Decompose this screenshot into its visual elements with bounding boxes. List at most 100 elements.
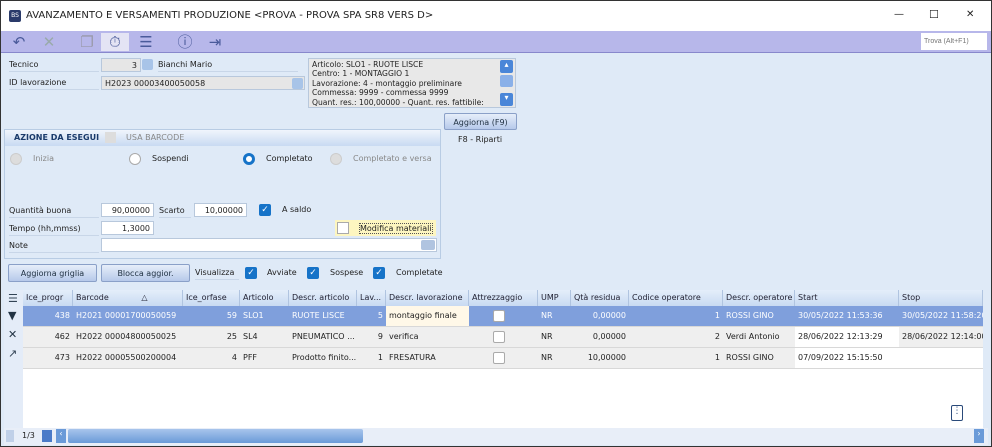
scroll-left-icon[interactable]: ‹ [56, 429, 66, 443]
id-lookup-icon[interactable] [292, 78, 303, 89]
grid-layout-icon[interactable]: ⋮ [951, 405, 963, 421]
cancel-icon[interactable]: ✕ [39, 33, 59, 51]
scarto-field[interactable]: 10,00000 [194, 203, 247, 217]
minimize-button[interactable]: — [894, 9, 904, 20]
data-grid: Ice_progr Barcode △ Ice_orfase Articolo Desc… [23, 290, 983, 428]
table-row[interactable]: 462 H2022 00004800050025 25 SL4 PNEUMATICO .… [23, 327, 983, 348]
column-header[interactable]: Descr. lavorazione [386, 290, 469, 306]
table-cell: montaggio finale [386, 306, 469, 326]
horizontal-scrollbar-thumb[interactable] [68, 429, 363, 443]
column-header[interactable]: Start [795, 290, 899, 306]
table-cell: 438 [54, 311, 70, 320]
table-cell: 07/09/2022 15:15:50 [795, 348, 899, 368]
visualizza-label: Visualizza [195, 266, 239, 280]
tempo-label: Tempo (hh,mmss) [9, 222, 99, 236]
modifica-label: Modifica materiali [359, 223, 433, 234]
scroll-mid-icon[interactable] [500, 75, 513, 87]
column-header[interactable]: Articolo [240, 290, 289, 306]
column-header[interactable]: Ice_orfase [183, 290, 240, 306]
blocca-aggior-button[interactable]: Blocca aggior. [101, 264, 190, 282]
exit-icon[interactable]: ⇥ [205, 33, 225, 51]
scroll-right-icon[interactable]: › [974, 429, 984, 443]
sospese-checkbox[interactable]: ✓ [307, 267, 319, 279]
tecnico-label: Tecnico [9, 58, 99, 72]
columns-icon[interactable]: ☰ [8, 292, 18, 305]
attrezzaggio-checkbox[interactable] [493, 352, 505, 364]
column-header[interactable]: Barcode △ [73, 290, 183, 306]
tecnico-name: Bianchi Mario [158, 58, 298, 72]
table-cell: H2022 00004800050025 [76, 332, 177, 341]
aggiorna-f9-button[interactable]: Aggiorna (F9) [444, 113, 517, 130]
first-page-icon[interactable] [6, 430, 14, 442]
table-cell [469, 306, 538, 326]
avviate-label: Avviate [267, 268, 297, 277]
table-cell: 473 [54, 353, 70, 362]
modifica-materiali[interactable]: Modifica materiali [335, 220, 436, 236]
help-icon[interactable]: ⓘ [175, 33, 195, 51]
tecnico-code-field[interactable]: 3 [101, 58, 141, 72]
filter-icon[interactable]: ▼ [8, 309, 16, 322]
close-button[interactable]: ✕ [966, 9, 974, 20]
attrezzaggio-checkbox[interactable] [493, 331, 505, 343]
column-header[interactable]: Descr. articolo [289, 290, 357, 306]
info-line: Lavorazione: 4 - montaggio preliminare [312, 78, 462, 88]
qta-field[interactable]: 90,00000 [101, 203, 154, 217]
column-header[interactable]: Ice_progr [23, 290, 73, 306]
modifica-checkbox[interactable] [337, 222, 349, 234]
radio-sospendi[interactable] [129, 153, 141, 165]
table-cell: 4 [231, 353, 237, 362]
last-page-icon[interactable] [42, 430, 52, 442]
note-expand-icon[interactable] [421, 240, 435, 250]
menu-icon[interactable]: ☰ [136, 33, 156, 51]
column-header[interactable]: Lav... [357, 290, 386, 306]
search-input[interactable] [921, 33, 987, 50]
radio-completato-versa [330, 153, 342, 165]
timer-icon[interactable]: ⏱ [101, 33, 129, 51]
a-saldo-checkbox[interactable]: ✓ [259, 204, 271, 216]
radio-sospendi-label: Sospendi [152, 154, 189, 163]
table-cell: 1 [377, 353, 383, 362]
column-header[interactable]: Stop [899, 290, 983, 306]
table-cell: Prodotto finito... [292, 353, 357, 362]
table-cell: H2022 00005500200004 [76, 353, 177, 362]
attrezzaggio-checkbox[interactable] [493, 310, 505, 322]
column-header[interactable]: Descr. operatore [723, 290, 795, 306]
aggiorna-griglia-button[interactable]: Aggiorna griglia [8, 264, 97, 282]
id-lavorazione-field[interactable]: H2023 00003400050058 [101, 76, 305, 90]
scroll-up-icon[interactable]: ▴ [500, 60, 513, 73]
completate-checkbox[interactable]: ✓ [373, 267, 385, 279]
app-icon: BS [9, 10, 21, 22]
usa-barcode-checkbox[interactable] [105, 132, 116, 143]
radio-completato[interactable] [243, 153, 255, 165]
radio-inizia [10, 153, 22, 165]
table-cell: 9 [377, 332, 383, 341]
column-header[interactable]: Codice operatore [629, 290, 723, 306]
avviate-checkbox[interactable]: ✓ [245, 267, 257, 279]
id-lavorazione-label: ID lavorazione [9, 76, 99, 90]
note-field[interactable] [101, 238, 437, 252]
clear-filter-icon[interactable]: ✕ [8, 328, 17, 341]
maximize-button[interactable]: ☐ [929, 8, 939, 21]
table-cell: 5 [377, 311, 383, 320]
table-row[interactable]: 473 H2022 00005500200004 4 PFF Prodotto fini… [23, 348, 983, 369]
column-header[interactable]: UMP [538, 290, 571, 306]
grid-side-toolbar: ☰ ▼ ✕ ↗ [4, 290, 23, 428]
tecnico-lookup-icon[interactable] [142, 59, 153, 70]
toolbar: ↶ ✕ ❐ ⏱ ☰ ⓘ ⇥ [1, 31, 991, 53]
chart-icon[interactable]: ↗ [8, 347, 17, 360]
scroll-down-icon[interactable]: ▾ [500, 93, 513, 106]
table-cell: ROSSI GINO [726, 353, 774, 362]
undo-icon[interactable]: ↶ [9, 33, 29, 51]
column-header[interactable]: Qtà residua [571, 290, 629, 306]
tempo-field[interactable]: 1,3000 [101, 221, 154, 235]
table-cell: PFF [243, 353, 258, 362]
info-line: Quant. res.: 100,00000 - Quant. res. fat… [312, 97, 484, 107]
table-row[interactable]: 438 H2021 00001700050059 59 SLO1 RUOTE LISCE… [23, 306, 983, 327]
table-cell: PNEUMATICO ... [292, 332, 355, 341]
column-header[interactable]: Attrezzaggio [469, 290, 538, 306]
usa-barcode-label: USA BARCODE [126, 133, 185, 142]
f8-riparti-label: F8 - Riparti [458, 135, 503, 144]
info-line: Centro: 1 - MONTAGGIO 1 [312, 69, 410, 79]
table-cell: 59 [226, 311, 237, 320]
copy-icon[interactable]: ❐ [77, 33, 97, 51]
